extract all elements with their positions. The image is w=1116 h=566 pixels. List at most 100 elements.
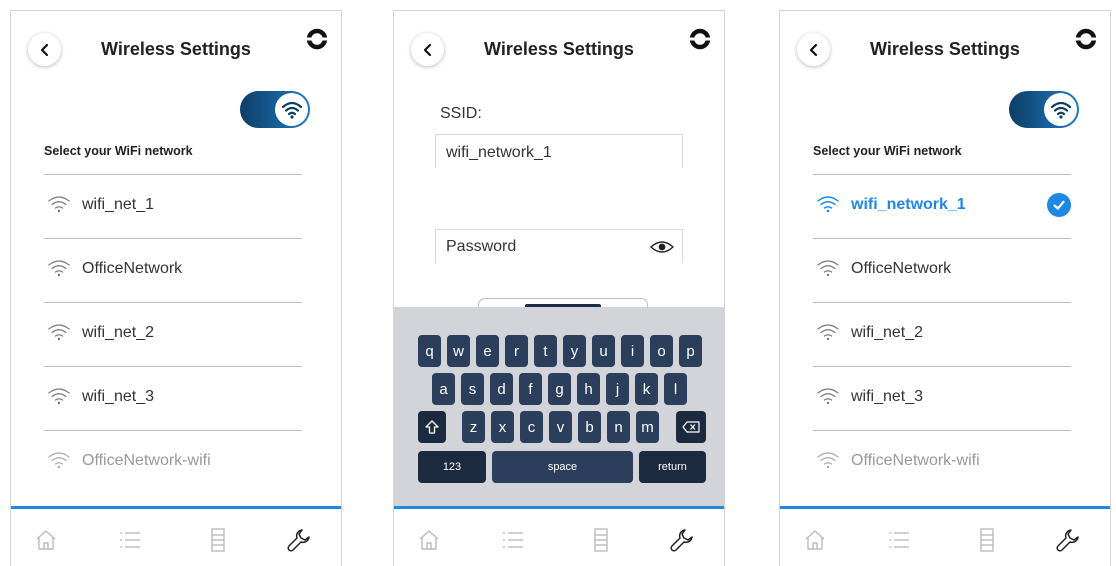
key-h[interactable]: h	[577, 373, 600, 405]
wifi-list-selected-screen: Wireless Settings Select your WiFi netwo…	[779, 10, 1111, 566]
ssid-value: wifi_network_1	[446, 144, 552, 161]
network-item[interactable]: wifi_net_3	[813, 366, 1071, 430]
return-key[interactable]: return	[639, 451, 706, 483]
network-name: wifi_net_2	[851, 324, 924, 341]
wifi-icon	[48, 196, 70, 213]
network-item[interactable]: OfficeNetwork	[813, 238, 1071, 302]
network-list: wifi_network_1 OfficeNetwork wifi_net_2 …	[813, 174, 1071, 494]
page-title: Wireless Settings	[101, 39, 251, 59]
home-icon[interactable]	[33, 527, 59, 553]
password-placeholder: Password	[446, 238, 517, 255]
select-network-label: Select your WiFi network	[44, 144, 193, 158]
home-icon[interactable]	[416, 527, 442, 553]
brand-logo-icon	[305, 28, 329, 50]
page-title: Wireless Settings	[484, 39, 634, 59]
wifi-icon	[817, 260, 839, 277]
bottom-tab-bar	[394, 506, 724, 566]
network-item[interactable]: OfficeNetwork	[44, 238, 302, 302]
key-j[interactable]: j	[606, 373, 629, 405]
list-icon[interactable]	[500, 527, 526, 553]
wifi-icon	[48, 452, 70, 469]
key-k[interactable]: k	[635, 373, 658, 405]
space-key[interactable]: space	[492, 451, 633, 483]
bottom-tab-bar	[11, 506, 341, 566]
key-b[interactable]: b	[578, 411, 601, 443]
wifi-icon	[48, 324, 70, 341]
network-item[interactable]: wifi_net_3	[44, 366, 302, 430]
backspace-key[interactable]	[676, 411, 706, 443]
key-m[interactable]: m	[636, 411, 659, 443]
wrench-icon[interactable]	[286, 527, 312, 553]
key-a[interactable]: a	[432, 373, 455, 405]
key-t[interactable]: t	[534, 335, 557, 367]
backspace-icon	[682, 421, 700, 433]
key-q[interactable]: q	[418, 335, 441, 367]
device-icon[interactable]	[588, 527, 614, 553]
key-l[interactable]: l	[664, 373, 687, 405]
key-x[interactable]: x	[491, 411, 514, 443]
wifi-toggle[interactable]	[240, 91, 310, 128]
ssid-entry-screen: Wireless Settings SSID: wifi_network_1 P…	[393, 10, 725, 566]
network-name: wifi_network_1	[851, 196, 966, 213]
wrench-icon[interactable]	[1055, 527, 1081, 553]
key-w[interactable]: w	[447, 335, 470, 367]
network-name: OfficeNetwork	[82, 260, 183, 277]
key-o[interactable]: o	[650, 335, 673, 367]
ssid-field[interactable]: wifi_network_1	[435, 134, 683, 168]
network-name: OfficeNetwork-wifi	[851, 452, 980, 469]
device-icon[interactable]	[205, 527, 231, 553]
key-p[interactable]: p	[679, 335, 702, 367]
network-item[interactable]: wifi_net_2	[44, 302, 302, 366]
network-item[interactable]: OfficeNetwork-wifi	[813, 430, 1071, 494]
key-z[interactable]: z	[462, 411, 485, 443]
toggle-knob	[275, 93, 308, 126]
key-f[interactable]: f	[519, 373, 542, 405]
key-i[interactable]: i	[621, 335, 644, 367]
wifi-icon	[1050, 101, 1071, 119]
checkmark-icon	[1047, 193, 1071, 217]
wifi-icon	[281, 101, 302, 119]
key-v[interactable]: v	[549, 411, 572, 443]
network-name: OfficeNetwork-wifi	[82, 452, 211, 469]
network-name: wifi_net_3	[82, 388, 155, 405]
key-e[interactable]: e	[476, 335, 499, 367]
password-field[interactable]: Password	[435, 229, 683, 263]
brand-logo-icon	[688, 28, 712, 50]
list-icon[interactable]	[886, 527, 912, 553]
key-u[interactable]: u	[592, 335, 615, 367]
on-screen-keyboard: q w e r t y u i o p a s d f g h j k l z …	[394, 307, 724, 507]
network-item-selected[interactable]: wifi_network_1	[813, 174, 1071, 238]
key-r[interactable]: r	[505, 335, 528, 367]
home-icon[interactable]	[802, 527, 828, 553]
eye-icon[interactable]	[650, 240, 674, 254]
device-icon[interactable]	[974, 527, 1000, 553]
numbers-key[interactable]: 123	[418, 451, 486, 483]
wifi-icon	[817, 324, 839, 341]
brand-logo-icon	[1074, 28, 1098, 50]
key-c[interactable]: c	[520, 411, 543, 443]
network-item[interactable]: wifi_net_2	[813, 302, 1071, 366]
network-name: wifi_net_2	[82, 324, 155, 341]
shift-key[interactable]	[418, 411, 446, 443]
toggle-knob	[1044, 93, 1077, 126]
wifi-icon	[48, 260, 70, 277]
ssid-label: SSID:	[440, 105, 482, 122]
wifi-icon	[817, 196, 839, 213]
network-name: wifi_net_3	[851, 388, 924, 405]
wifi-icon	[48, 388, 70, 405]
key-y[interactable]: y	[563, 335, 586, 367]
network-name: OfficeNetwork	[851, 260, 952, 277]
network-item[interactable]: wifi_net_1	[44, 174, 302, 238]
wrench-icon[interactable]	[669, 527, 695, 553]
network-item[interactable]: OfficeNetwork-wifi	[44, 430, 302, 494]
page-title: Wireless Settings	[870, 39, 1020, 59]
network-list: wifi_net_1 OfficeNetwork wifi_net_2 wifi…	[44, 174, 302, 494]
key-s[interactable]: s	[461, 373, 484, 405]
key-n[interactable]: n	[607, 411, 630, 443]
list-icon[interactable]	[117, 527, 143, 553]
key-g[interactable]: g	[548, 373, 571, 405]
bottom-tab-bar	[780, 506, 1110, 566]
key-d[interactable]: d	[490, 373, 513, 405]
shift-icon	[425, 420, 439, 434]
wifi-toggle[interactable]	[1009, 91, 1079, 128]
